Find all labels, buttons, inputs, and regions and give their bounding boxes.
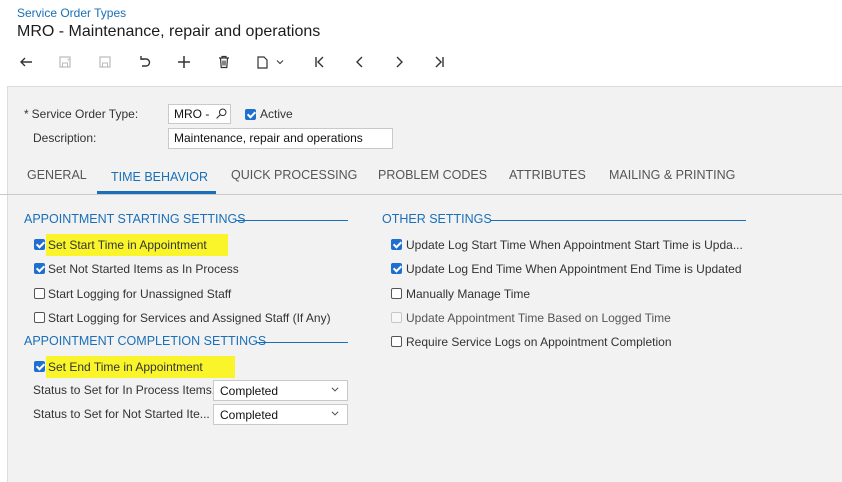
undo-button[interactable]: [132, 50, 156, 74]
not-started-status-label: Status to Set for Not Started Ite...: [33, 407, 210, 421]
logging-services-label: Start Logging for Services and Assigned …: [48, 311, 331, 325]
page-title: MRO - Maintenance, repair and operations: [17, 23, 321, 40]
prev-icon: [356, 56, 363, 68]
order-type-label: * Service Order Type:: [24, 107, 139, 121]
form-panel: [7, 86, 842, 482]
search-icon[interactable]: [215, 107, 228, 120]
logging-unassigned-checkbox[interactable]: [34, 288, 45, 299]
section-divider: [256, 342, 348, 343]
add-button[interactable]: [172, 50, 196, 74]
copy-paste-icon: [257, 56, 268, 69]
tab-attributes[interactable]: ATTRIBUTES: [509, 168, 586, 182]
undo-icon: [140, 56, 151, 67]
active-tab-indicator: [97, 191, 216, 194]
delete-icon: [219, 55, 229, 69]
set-end-time-label: Set End Time in Appointment: [46, 356, 235, 378]
logging-services-checkbox[interactable]: [34, 312, 45, 323]
back-icon: [20, 57, 32, 67]
first-record-button[interactable]: [308, 50, 332, 74]
require-service-logs-label: Require Service Logs on Appointment Comp…: [406, 335, 672, 349]
active-checkbox[interactable]: [245, 109, 256, 120]
next-record-button[interactable]: [387, 50, 411, 74]
update-appt-time-checkbox: [391, 312, 402, 323]
tab-quick-processing[interactable]: QUICK PROCESSING: [231, 168, 357, 182]
copy-paste-button[interactable]: [252, 50, 286, 74]
last-icon: [435, 56, 444, 68]
chevron-down-icon: [276, 60, 284, 65]
next-icon: [396, 56, 403, 68]
first-icon: [315, 56, 324, 68]
other-settings-section-title: OTHER SETTINGS: [382, 212, 492, 226]
in-process-status-select[interactable]: Completed: [213, 380, 348, 401]
tab-problem-codes[interactable]: PROBLEM CODES: [378, 168, 487, 182]
update-log-start-label: Update Log Start Time When Appointment S…: [406, 238, 743, 252]
save-close-button[interactable]: [93, 50, 117, 74]
toolbar: +: [10, 50, 470, 74]
appt-completion-section-title: APPOINTMENT COMPLETION SETTINGS: [24, 334, 267, 348]
manually-manage-time-checkbox[interactable]: [391, 288, 402, 299]
tab-time-behavior[interactable]: TIME BEHAVIOR: [111, 170, 208, 184]
active-label: Active: [260, 107, 293, 121]
tab-bar: GENERAL TIME BEHAVIOR QUICK PROCESSING P…: [0, 154, 842, 195]
section-divider: [490, 220, 746, 221]
update-log-end-checkbox[interactable]: [391, 263, 402, 274]
last-record-button[interactable]: [427, 50, 451, 74]
manually-manage-time-label: Manually Manage Time: [406, 287, 531, 301]
update-appt-time-label: Update Appointment Time Based on Logged …: [406, 311, 671, 325]
add-icon: [178, 56, 190, 68]
chevron-down-icon: [331, 411, 339, 416]
set-end-time-checkbox[interactable]: [34, 361, 45, 372]
require-service-logs-checkbox[interactable]: [391, 336, 402, 347]
logging-unassigned-label: Start Logging for Unassigned Staff: [48, 287, 232, 301]
save-icon: +: [59, 56, 71, 68]
not-started-in-process-label: Set Not Started Items as In Process: [48, 262, 239, 276]
appt-start-section-title: APPOINTMENT STARTING SETTINGS: [24, 212, 246, 226]
section-divider: [236, 220, 348, 221]
update-log-start-checkbox[interactable]: [391, 239, 402, 250]
prev-record-button[interactable]: [348, 50, 372, 74]
svg-text:+: +: [67, 58, 71, 64]
order-type-field[interactable]: MRO -: [168, 104, 231, 124]
description-field[interactable]: Maintenance, repair and operations: [168, 128, 393, 149]
not-started-in-process-checkbox[interactable]: [34, 263, 45, 274]
set-start-time-label: Set Start Time in Appointment: [46, 234, 228, 256]
tab-mailing-printing[interactable]: MAILING & PRINTING: [609, 168, 735, 182]
update-log-end-label: Update Log End Time When Appointment End…: [406, 262, 742, 276]
save-button[interactable]: +: [53, 50, 77, 74]
save-close-icon: [99, 56, 111, 68]
set-start-time-checkbox[interactable]: [34, 239, 45, 250]
back-button[interactable]: [14, 50, 38, 74]
tab-general[interactable]: GENERAL: [27, 168, 87, 182]
breadcrumb[interactable]: Service Order Types: [17, 6, 126, 20]
delete-button[interactable]: [212, 50, 236, 74]
chevron-down-icon: [331, 387, 339, 392]
not-started-status-select[interactable]: Completed: [213, 404, 348, 425]
description-label: Description:: [33, 131, 97, 145]
in-process-status-label: Status to Set for In Process Items:: [33, 383, 216, 397]
